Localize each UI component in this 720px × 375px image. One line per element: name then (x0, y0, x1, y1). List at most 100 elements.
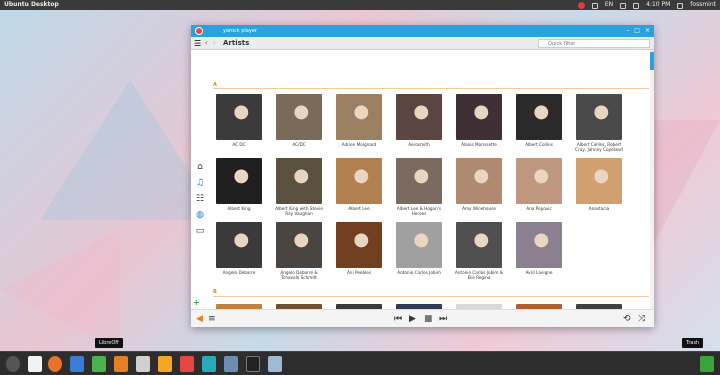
quick-filter-input[interactable] (538, 39, 650, 48)
maximize-icon[interactable]: □ (634, 25, 640, 37)
amazon-icon[interactable] (158, 356, 172, 372)
side-navigation: ⌂ ♫ ☷ ◍ ▭ (191, 50, 209, 309)
playlist-icon[interactable]: ☷ (195, 194, 205, 204)
artist-image[interactable] (276, 222, 322, 268)
artist-tile[interactable]: AC/DC (273, 94, 325, 147)
globe-icon[interactable]: ◍ (195, 210, 205, 220)
artist-name: Antonio Carlos Jobim & Elis Regina (454, 270, 504, 280)
app-icon[interactable] (180, 356, 194, 372)
window-title: yarock player (223, 28, 257, 34)
forward-icon[interactable]: › (213, 37, 216, 50)
artist-image[interactable] (276, 94, 322, 140)
artist-image[interactable] (576, 94, 622, 140)
chat-icon[interactable] (202, 356, 216, 372)
user-icon[interactable] (677, 3, 684, 9)
bluetooth-icon[interactable] (620, 3, 627, 9)
shuffle-icon[interactable]: ⤨ (638, 310, 645, 328)
artist-image[interactable] (336, 158, 382, 204)
ubuntu-icon[interactable] (6, 356, 20, 372)
artist-tile[interactable]: Albert King with Stevie Ray Vaughan (273, 158, 325, 216)
music-icon[interactable]: ♫ (195, 178, 205, 188)
clock[interactable]: 4:10 PM (646, 0, 670, 10)
previous-icon[interactable]: ⏮ (394, 310, 402, 328)
computer-icon[interactable]: ▭ (195, 226, 205, 236)
software-center-icon[interactable] (136, 356, 150, 372)
language-indicator[interactable]: EN (605, 0, 613, 10)
artist-tile[interactable]: Albert Collins, Robert Cray, Johnny Cope… (573, 94, 625, 152)
artist-name: Albert King (227, 206, 251, 211)
next-icon[interactable]: ⏭ (439, 310, 447, 328)
scrollbar[interactable] (650, 50, 654, 309)
repeat-icon[interactable]: ⟲ (623, 310, 631, 328)
artist-image[interactable] (276, 158, 322, 204)
artist-image[interactable] (396, 222, 442, 268)
network-icon[interactable] (591, 3, 598, 9)
artist-image[interactable] (576, 158, 622, 204)
artist-image[interactable] (336, 94, 382, 140)
toolbar: ☰ ‹ › Artists + (191, 37, 654, 50)
artist-tile[interactable]: Albert Collins (513, 94, 565, 147)
menu-icon[interactable]: ☰ (194, 37, 201, 50)
artist-image[interactable] (216, 222, 262, 268)
artist-image[interactable] (216, 94, 262, 140)
artist-image[interactable] (456, 222, 502, 268)
display-icon[interactable] (224, 356, 238, 372)
artist-tile[interactable]: Albert King (213, 158, 265, 211)
artist-image[interactable] (516, 158, 562, 204)
writer-icon[interactable] (70, 356, 84, 372)
artist-image[interactable] (456, 158, 502, 204)
artist-tile[interactable]: Angelo Debarre (213, 222, 265, 275)
artist-tile[interactable]: Albert Lee & Hogan's Heroes (393, 158, 445, 216)
scrollbar-thumb[interactable] (650, 52, 654, 70)
app-icon (195, 27, 203, 35)
artist-image[interactable] (336, 222, 382, 268)
section-letter: B (213, 289, 217, 295)
terminal-icon[interactable] (246, 356, 260, 372)
power-status-icon[interactable] (577, 2, 585, 9)
volume-icon[interactable] (633, 3, 640, 9)
play-icon[interactable]: ▶ (409, 310, 416, 328)
artist-tile[interactable]: Ani Peebles (333, 222, 385, 275)
artist-image[interactable] (396, 94, 442, 140)
artist-tile[interactable]: AC DC (213, 94, 265, 147)
artist-name: Ani Peebles (346, 270, 372, 275)
artist-tile[interactable]: Antonio Carlos Jobim & Elis Regina (453, 222, 505, 280)
artist-image[interactable] (516, 222, 562, 268)
artist-image[interactable] (216, 158, 262, 204)
artist-tile[interactable]: Ana Popovic (513, 158, 565, 211)
playback-bar: ◀ ≡ ⏮ ▶ ■ ⏭ ⟲ ⤨ (191, 309, 654, 327)
add-icon[interactable]: + (193, 298, 200, 307)
close-icon[interactable]: × (645, 25, 650, 37)
queue-icon[interactable]: ≡ (208, 310, 216, 328)
artist-name: AC DC (232, 142, 246, 147)
stop-icon[interactable]: ■ (424, 310, 433, 328)
artist-tile[interactable]: Antonio Carlos Jobim (393, 222, 445, 275)
artist-tile[interactable]: Amy Winehouse (453, 158, 505, 211)
firefox-icon[interactable] (48, 356, 62, 372)
artist-tile[interactable]: Angelo Debarre & Tchavolo Schmitt (273, 222, 325, 280)
calc-icon[interactable] (92, 356, 106, 372)
artist-name: Aerosmith (408, 142, 430, 147)
username[interactable]: fossmint (690, 0, 716, 10)
image-viewer-icon[interactable] (268, 356, 282, 372)
artist-tile[interactable]: Aerosmith (393, 94, 445, 147)
back-icon[interactable]: ‹ (205, 37, 208, 50)
artist-tile[interactable]: Adrien Moignard (333, 94, 385, 147)
artist-tile[interactable]: Alanis Morissette (453, 94, 505, 147)
files-icon[interactable] (28, 356, 42, 372)
volume-icon[interactable]: ◀ (196, 310, 203, 328)
minimize-icon[interactable]: – (626, 25, 629, 37)
artist-image[interactable] (396, 158, 442, 204)
artist-name: Albert King with Stevie Ray Vaughan (275, 206, 323, 216)
impress-icon[interactable] (114, 356, 128, 372)
system-tray: EN 4:10 PM fossmint (577, 0, 716, 10)
artist-name: Albert Lee & Hogan's Heroes (396, 206, 442, 216)
home-icon[interactable]: ⌂ (195, 162, 205, 172)
artist-tile[interactable]: Albert Lee (333, 158, 385, 211)
trash-icon[interactable] (700, 356, 714, 372)
artist-image[interactable] (516, 94, 562, 140)
artist-image[interactable] (456, 94, 502, 140)
artist-tile[interactable]: Avril Lavigne (513, 222, 565, 275)
artist-tile[interactable]: Anastacia (573, 158, 625, 211)
window-titlebar[interactable]: yarock player – □ × (191, 25, 654, 37)
